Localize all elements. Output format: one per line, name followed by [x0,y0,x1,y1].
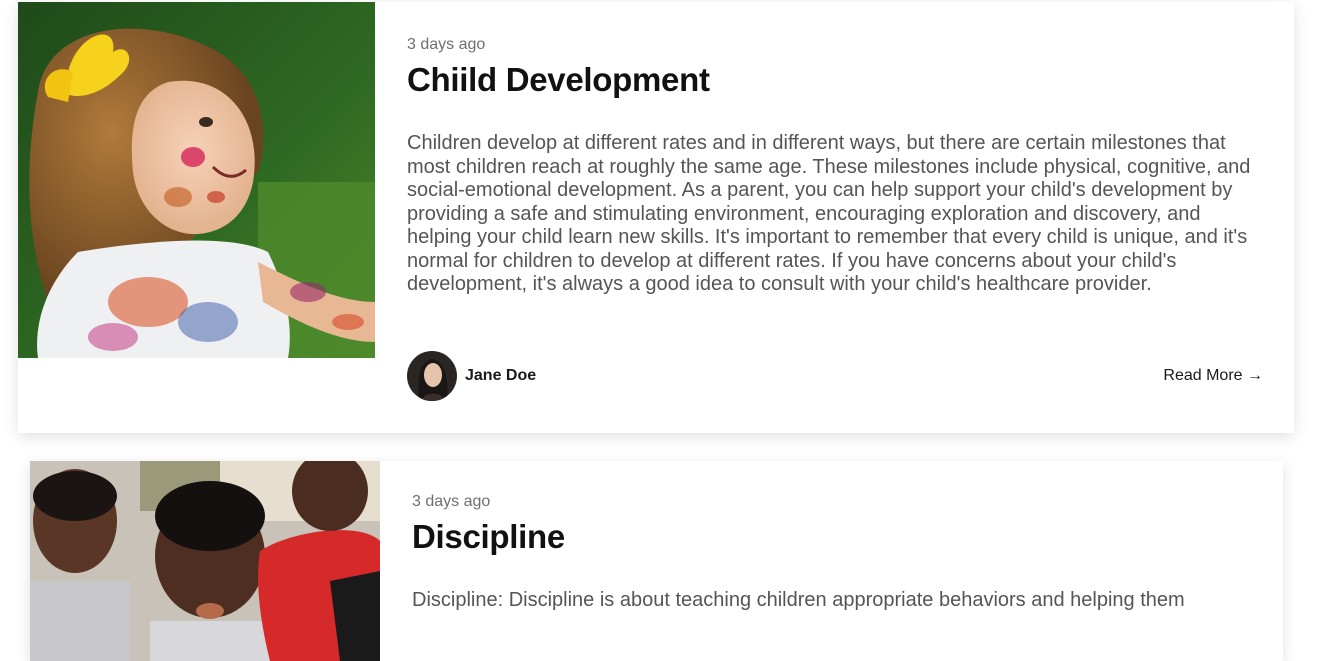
post-card: 3 days ago Discipline Discipline: Discip… [30,461,1283,661]
post-excerpt: Discipline: Discipline is about teaching… [412,589,1185,611]
post-thumbnail[interactable] [18,2,375,358]
author-avatar[interactable] [407,351,457,401]
child-painted-face-image [18,2,375,358]
post-thumbnail[interactable] [30,461,380,661]
post-excerpt: Children develop at different rates and … [407,132,1251,295]
post-title[interactable]: Discipline [412,517,1252,557]
post-card: 3 days ago Chiild Development Children d… [18,2,1294,433]
author-name[interactable]: Jane Doe [465,367,536,385]
post-date: 3 days ago [407,36,486,53]
author-portrait-image [407,351,457,401]
children-group-image [30,461,380,661]
post-content: 3 days ago Chiild Development Children d… [407,36,1263,297]
read-more-link[interactable]: Read More → [1163,367,1263,385]
post-date: 3 days ago [412,493,491,510]
post-footer: Jane Doe Read More → [407,351,1263,403]
post-title[interactable]: Chiild Development [407,60,1263,100]
post-content: 3 days ago Discipline Discipline: Discip… [412,493,1252,613]
